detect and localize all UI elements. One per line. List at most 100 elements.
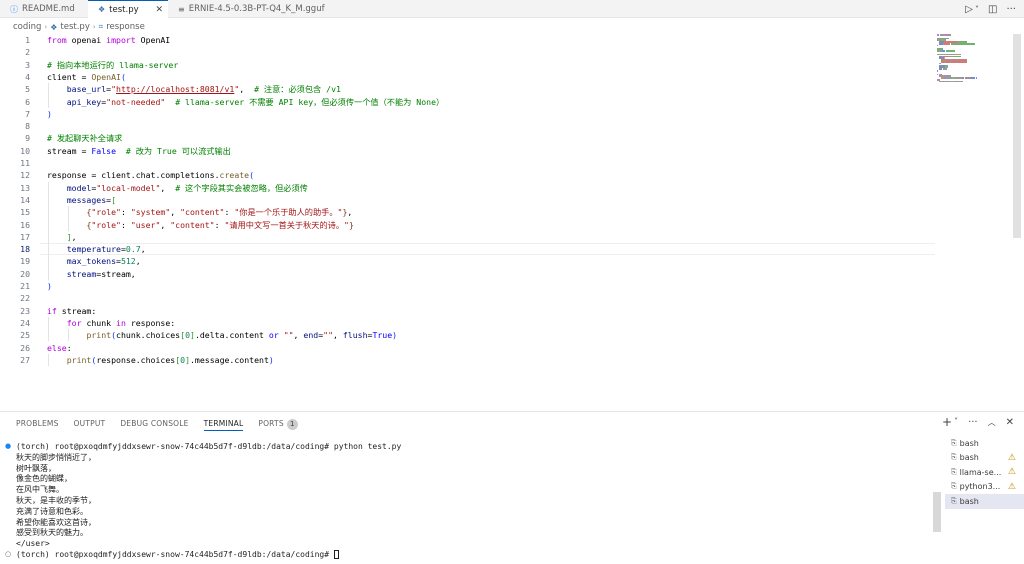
split-editor-icon[interactable]: ◫ bbox=[988, 4, 997, 15]
tab-problems[interactable]: PROBLEMS bbox=[16, 419, 59, 431]
tab-ports-label: PORTS bbox=[258, 419, 284, 428]
code-line[interactable]: 26 else: bbox=[0, 342, 1000, 354]
indent-guide bbox=[48, 181, 49, 280]
more-actions-icon[interactable]: ··· bbox=[968, 417, 978, 429]
line-number: 22 bbox=[20, 293, 30, 304]
code-text: {"role": "system", "content": "你是一个乐于助人的… bbox=[86, 207, 353, 218]
terminal-list-item[interactable]: ⎘ bash bbox=[945, 494, 1024, 509]
code-line[interactable]: 20 stream=stream, bbox=[0, 268, 1000, 280]
command-status-icon[interactable]: ○ bbox=[5, 550, 11, 558]
tab-ernie-gguf[interactable]: ≡ ERNIE-4.5-0.3B-PT-Q4_K_M.gguf bbox=[168, 0, 348, 18]
line-number: 13 bbox=[20, 182, 30, 193]
tab-debug-console[interactable]: DEBUG CONSOLE bbox=[120, 419, 188, 431]
breadcrumb-symbol[interactable]: response bbox=[106, 22, 145, 32]
code-line[interactable]: 6 api_key="not-needed" # llama-server 不需… bbox=[0, 96, 1000, 108]
code-line[interactable]: 27 print(response.choices[0].message.con… bbox=[0, 354, 1000, 366]
warning-icon: ⚠ bbox=[1007, 481, 1016, 492]
minimap[interactable] bbox=[937, 34, 1009, 84]
tab-output[interactable]: OUTPUT bbox=[74, 419, 106, 431]
code-line[interactable]: 2 bbox=[0, 46, 1000, 58]
terminal-output[interactable]: (torch) root@pxoqdmfyjddxsewr-snow-74c44… bbox=[0, 440, 935, 564]
code-line[interactable]: 12 response = client.chat.completions.cre… bbox=[0, 169, 1000, 181]
code-text: temperature=0.7, bbox=[66, 244, 146, 255]
terminal-scrollbar[interactable] bbox=[933, 492, 941, 532]
line-number: 20 bbox=[20, 268, 30, 279]
breadcrumb: coding › ❖ test.py › ⌗ response bbox=[13, 20, 145, 34]
terminal-icon: ⎘ bbox=[951, 467, 957, 476]
code-line[interactable]: 4 client = OpenAI( bbox=[0, 71, 1000, 83]
minimap-token bbox=[951, 55, 961, 58]
minimap-token bbox=[961, 80, 963, 83]
terminal-line: 像金色的蝴蝶， bbox=[16, 474, 72, 484]
chevron-down-icon[interactable]: ˅ bbox=[954, 417, 958, 429]
tab-terminal[interactable]: TERMINAL bbox=[203, 419, 244, 431]
line-number: 1 bbox=[25, 35, 30, 45]
code-text: print(chunk.choices[0].delta.content or … bbox=[86, 330, 398, 341]
code-line[interactable]: 16 {"role": "user", "content": "请用中文写一首关… bbox=[0, 219, 1000, 231]
tab-ports[interactable]: PORTS 1 bbox=[258, 419, 298, 431]
minimap-token bbox=[965, 61, 967, 63]
more-actions-icon[interactable]: ··· bbox=[1006, 4, 1016, 15]
line-number: 18 bbox=[20, 244, 30, 255]
code-line[interactable]: 3 # 指向本地运行的 llama-server bbox=[0, 59, 1000, 71]
terminal-name: llama-se... bbox=[959, 467, 1002, 477]
line-number: 16 bbox=[20, 219, 30, 230]
tab-test-py[interactable]: ❖ test.py ✕ bbox=[88, 0, 168, 18]
minimap-token bbox=[942, 80, 952, 83]
chevron-down-icon[interactable]: ˅ bbox=[975, 5, 979, 14]
line-number: 24 bbox=[20, 317, 30, 328]
code-line[interactable]: 11 bbox=[0, 157, 1000, 169]
minimap-token bbox=[946, 66, 948, 68]
code-line[interactable]: 1 from openai import OpenAI bbox=[0, 34, 1000, 46]
code-editor[interactable]: 1 from openai import OpenAI 2 3 # 指向本地运行的 ll… bbox=[0, 34, 1014, 410]
code-line[interactable]: 22 bbox=[0, 292, 1000, 304]
line-number: 23 bbox=[20, 305, 30, 316]
code-line[interactable]: 9 # 发起聊天补全请求 bbox=[0, 132, 1000, 144]
code-line[interactable]: 5 base_url="http://localhost:8081/v1", #… bbox=[0, 83, 1000, 95]
code-line[interactable]: 24 for chunk in response: bbox=[0, 317, 1000, 329]
code-line[interactable]: 17 ], bbox=[0, 231, 1000, 243]
code-text: response = client.chat.completions.creat… bbox=[47, 170, 255, 181]
code-text: stream=stream, bbox=[66, 268, 136, 279]
run-icon[interactable]: ▷ bbox=[965, 4, 973, 15]
code-text: else: bbox=[47, 342, 72, 353]
code-line[interactable]: 25 print(chunk.choices[0].delta.content … bbox=[0, 329, 1000, 341]
code-line[interactable]: 18 temperature=0.7, bbox=[0, 243, 1000, 256]
terminal-line: (torch) root@pxoqdmfyjddxsewr-snow-74c44… bbox=[16, 550, 339, 561]
terminal-list-item[interactable]: ⎘ llama-se... ⚠ bbox=[945, 465, 1024, 480]
line-number: 3 bbox=[25, 59, 30, 70]
code-line[interactable]: 8 bbox=[0, 120, 1000, 132]
terminal-list-item[interactable]: ⎘ bash bbox=[945, 436, 1024, 451]
code-line[interactable]: 19 max_tokens=512, bbox=[0, 255, 1000, 267]
terminal-list: ⎘ bash ⎘ bash ⚠ ⎘ llama-se... ⚠ ⎘ python3... ⚠ ⎘ bas… bbox=[945, 436, 1024, 509]
line-number: 6 bbox=[25, 96, 30, 107]
code-line[interactable]: 21) bbox=[0, 280, 1000, 292]
code-line[interactable]: 7) bbox=[0, 108, 1000, 120]
code-line[interactable]: 13 model="local-model", # 这个字段其实会被忽略，但必须… bbox=[0, 182, 1000, 194]
code-line[interactable]: 23 if stream: bbox=[0, 305, 1000, 317]
line-number: 14 bbox=[20, 194, 30, 205]
tab-label: README.md bbox=[22, 4, 75, 14]
tab-readme[interactable]: ⓘ README.md bbox=[0, 0, 88, 18]
command-status-icon[interactable]: ● bbox=[5, 442, 11, 450]
close-icon[interactable]: ✕ bbox=[1006, 417, 1014, 429]
code-text: print(response.choices[0].message.conten… bbox=[66, 354, 274, 365]
editor-scrollbar[interactable] bbox=[1013, 34, 1021, 238]
code-line[interactable]: 10 stream = False # 改为 True 可以流式输出 bbox=[0, 145, 1000, 157]
terminal-icon: ⎘ bbox=[951, 482, 957, 491]
code-text: model="local-model", # 这个字段其实会被忽略，但必须传 bbox=[66, 182, 308, 193]
code-line[interactable]: 14 messages=[ bbox=[0, 194, 1000, 206]
bottom-panel: PROBLEMS OUTPUT DEBUG CONSOLE TERMINAL P… bbox=[0, 411, 1024, 564]
breadcrumb-folder[interactable]: coding bbox=[13, 22, 41, 32]
close-icon[interactable]: ✕ bbox=[155, 5, 163, 15]
terminal-list-item[interactable]: ⎘ bash ⚠ bbox=[945, 451, 1024, 466]
terminal-line: 感受到秋天的魅力。 bbox=[16, 528, 88, 538]
terminal-list-item[interactable]: ⎘ python3... ⚠ bbox=[945, 480, 1024, 495]
minimap-token bbox=[944, 77, 952, 79]
add-terminal-icon[interactable]: + bbox=[942, 415, 952, 429]
info-icon: ⓘ bbox=[10, 4, 18, 14]
maximize-panel-icon[interactable]: ︿ bbox=[988, 417, 996, 429]
breadcrumb-file[interactable]: test.py bbox=[60, 22, 89, 32]
code-line[interactable]: 15 {"role": "system", "content": "你是一个乐于… bbox=[0, 206, 1000, 218]
line-number: 5 bbox=[25, 84, 30, 95]
